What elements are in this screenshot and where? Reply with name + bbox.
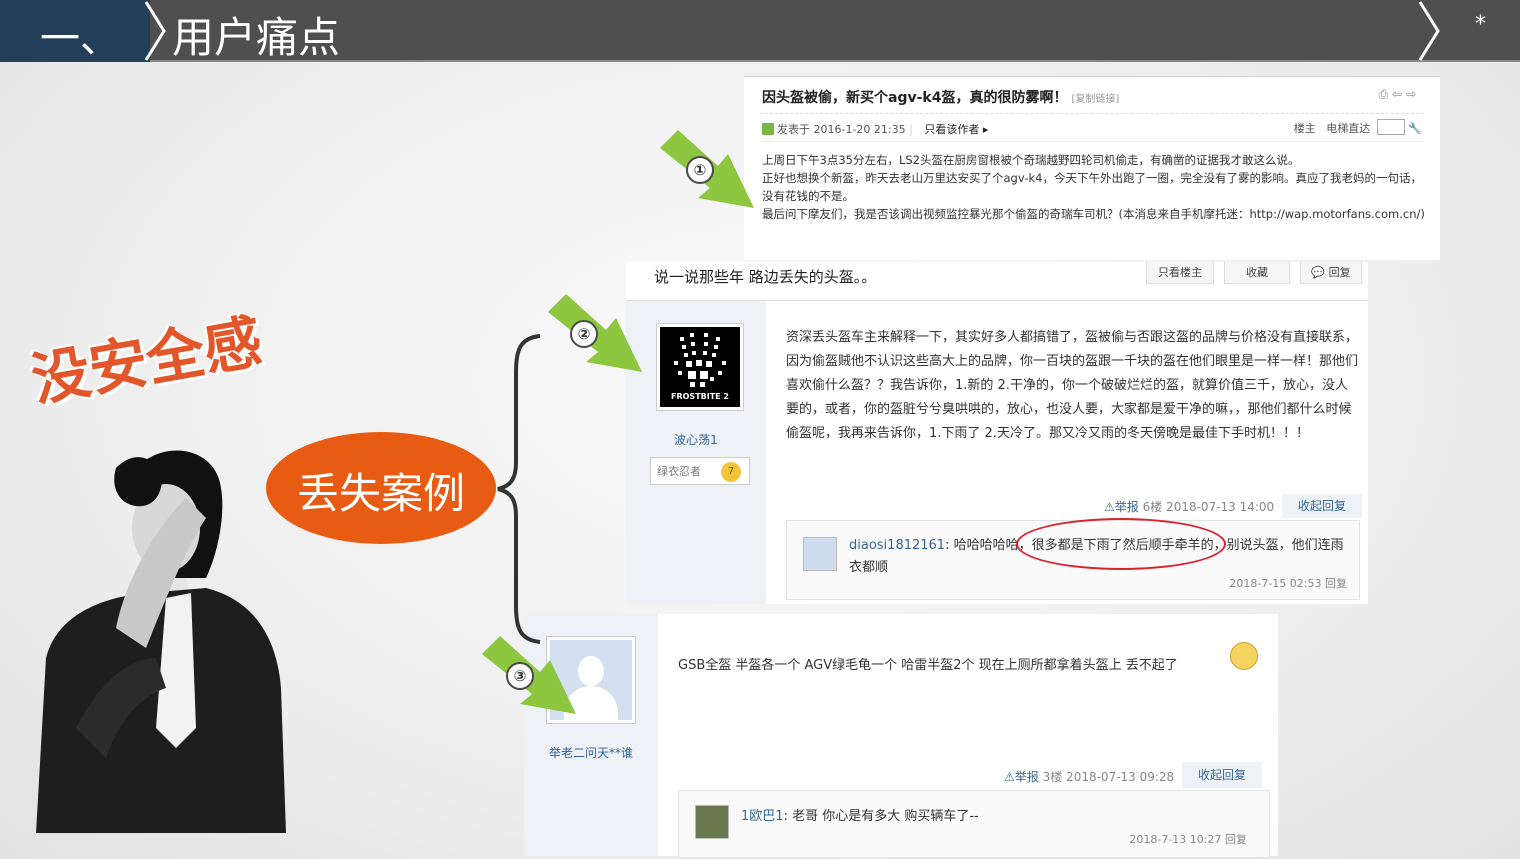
avatar[interactable]: FROSTBITE 2 xyxy=(656,323,744,411)
highlight-ellipse xyxy=(1016,518,1226,570)
collect-button[interactable]: 收藏 xyxy=(1224,262,1290,284)
fold-replies-button[interactable]: 收起回复 xyxy=(1182,762,1262,788)
case-label: 丢失案例 xyxy=(296,469,465,518)
floor-jump-input[interactable] xyxy=(1376,119,1405,135)
username[interactable]: 波心荡1 xyxy=(626,431,766,448)
post-line: 最后问下摩友们，我是否该调出视频监控暴光那个偷盔的奇瑞车司机？(本消息来自手机摩… xyxy=(762,207,1425,221)
reply-item: 1欧巴1: 老哥 你心是有多大 购买辆车了-- 2018-7-13 10:27 … xyxy=(678,790,1270,858)
floor-info: 3楼 2018-07-13 09:28 xyxy=(1042,770,1175,784)
wrench-icon[interactable]: 🔧 xyxy=(1408,122,1422,135)
post-content: 资深丢头盔车主来解释一下，其实好多人都搞错了，盔被偷与否跟这盔的品牌与价格没有直… xyxy=(786,330,1359,441)
reply-button[interactable]: 💬 回复 xyxy=(1300,262,1362,284)
reply-username[interactable]: diaosi1812161 xyxy=(849,538,945,553)
divider xyxy=(760,113,1424,114)
post-meta: 发表于 2016-1-20 21:35 | 只看该作者 ▸ xyxy=(762,121,988,137)
post-title: 因头盔被偷，新买个agv-k4盔，真的很防雾啊！ [复制链接] xyxy=(762,90,1120,106)
only-owner-button[interactable]: 只看楼主 xyxy=(1146,262,1214,284)
header-bar: 一、 用户痛点 * xyxy=(0,0,1520,62)
case-oval: 丢失案例 xyxy=(266,432,496,544)
marker-number: ③ xyxy=(506,662,534,690)
forum-post-screenshot-3: 举老二问天**谁 GSB全盔 半盔各一个 AGV绿毛龟一个 哈雷半盔2个 现在上… xyxy=(524,614,1278,858)
print-icon[interactable]: ⎙ xyxy=(1379,87,1389,101)
reply-text: 1欧巴1: 老哥 你心是有多大 购买辆车了-- xyxy=(741,809,979,824)
arrow-marker-2: ② xyxy=(544,290,654,374)
report-link[interactable]: ⚠举报 xyxy=(1004,770,1039,784)
post-footer: ⚠举报 6楼 2018-07-13 14:00 xyxy=(1104,498,1274,515)
divider xyxy=(760,141,1424,142)
avatar-caption: FROSTBITE 2 xyxy=(671,392,729,401)
stressed-woman-illustration xyxy=(36,450,286,833)
thread-header: 说一说那些年 路边丢失的头盔。。 只看楼主 收藏 💬 回复 xyxy=(626,262,1368,301)
fold-replies-button[interactable]: 收起回复 xyxy=(1282,494,1362,518)
reply-icon: 💬 xyxy=(1311,266,1326,279)
post-body: 上周日下午3点35分左右，LS2头盔在厨房窗根被个奇瑞越野四轮司机偷走，有确凿的… xyxy=(762,151,1428,223)
section-title: 用户痛点 xyxy=(172,13,341,62)
section-number: 一、 xyxy=(40,16,120,62)
reply-avatar[interactable] xyxy=(695,805,729,839)
reply-time[interactable]: 2018-7-15 02:53 回复 xyxy=(1229,575,1347,591)
arrow-right-icon xyxy=(548,294,642,372)
emoji-icon xyxy=(1230,642,1258,670)
reply-avatar[interactable] xyxy=(803,537,837,571)
thread-title: 说一说那些年 路边丢失的头盔。。 xyxy=(654,268,877,286)
next-icon[interactable]: ⇨ xyxy=(1406,87,1416,101)
reply-time[interactable]: 2018-7-13 10:27 回复 xyxy=(1129,831,1247,847)
post-line: 正好也想换个新盔，昨天去老山万里达安买了个agv-k4，今天下午外出跑了一圈，完… xyxy=(762,171,1422,203)
post-footer: ⚠举报 3楼 2018-07-13 09:28 xyxy=(1004,768,1174,785)
post-line: 上周日下午3点35分左右，LS2头盔在厨房窗根被个奇瑞越野四轮司机偷走，有确凿的… xyxy=(762,153,1300,167)
username[interactable]: 举老二问天**谁 xyxy=(524,744,658,761)
arrow-marker-1: ① xyxy=(656,126,766,210)
forum-post-screenshot-1: 因头盔被偷，新买个agv-k4盔，真的很防雾啊！ [复制链接] ⎙ ⇦ ⇨ 发表于… xyxy=(744,76,1440,260)
marker-number: ② xyxy=(570,320,598,348)
post-tools: ⎙ ⇦ ⇨ xyxy=(1379,87,1416,102)
page-marker: * xyxy=(1475,12,1486,37)
user-rank: 绿衣忍者 7 xyxy=(650,457,750,485)
chevron-right-icon xyxy=(1418,1,1440,61)
post-meta-right: 楼主 电梯直达 🔧 xyxy=(1294,119,1422,136)
forum-post-screenshot-2: 说一说那些年 路边丢失的头盔。。 只看楼主 收藏 💬 回复 FROSTBITE … xyxy=(626,262,1368,604)
rank-star-icon: 7 xyxy=(721,462,741,482)
report-link[interactable]: ⚠举报 xyxy=(1104,500,1139,514)
copy-link[interactable]: [复制链接] xyxy=(1071,94,1119,105)
prev-icon[interactable]: ⇦ xyxy=(1392,87,1402,101)
reply-username[interactable]: 1欧巴1 xyxy=(741,809,784,824)
section-number-block: 一、 xyxy=(0,0,150,62)
floor-owner-label: 楼主 xyxy=(1293,122,1316,135)
only-author-link[interactable]: 只看该作者 ▸ xyxy=(924,123,988,136)
floor-info: 6楼 2018-07-13 14:00 xyxy=(1142,500,1275,514)
elevator-label: 电梯直达 xyxy=(1326,122,1371,135)
curly-brace xyxy=(497,334,541,644)
post-content: GSB全盔 半盔各一个 AGV绿毛龟一个 哈雷半盔2个 现在上厕所都拿着头盔上 … xyxy=(678,658,1178,673)
marker-number: ① xyxy=(686,156,714,184)
